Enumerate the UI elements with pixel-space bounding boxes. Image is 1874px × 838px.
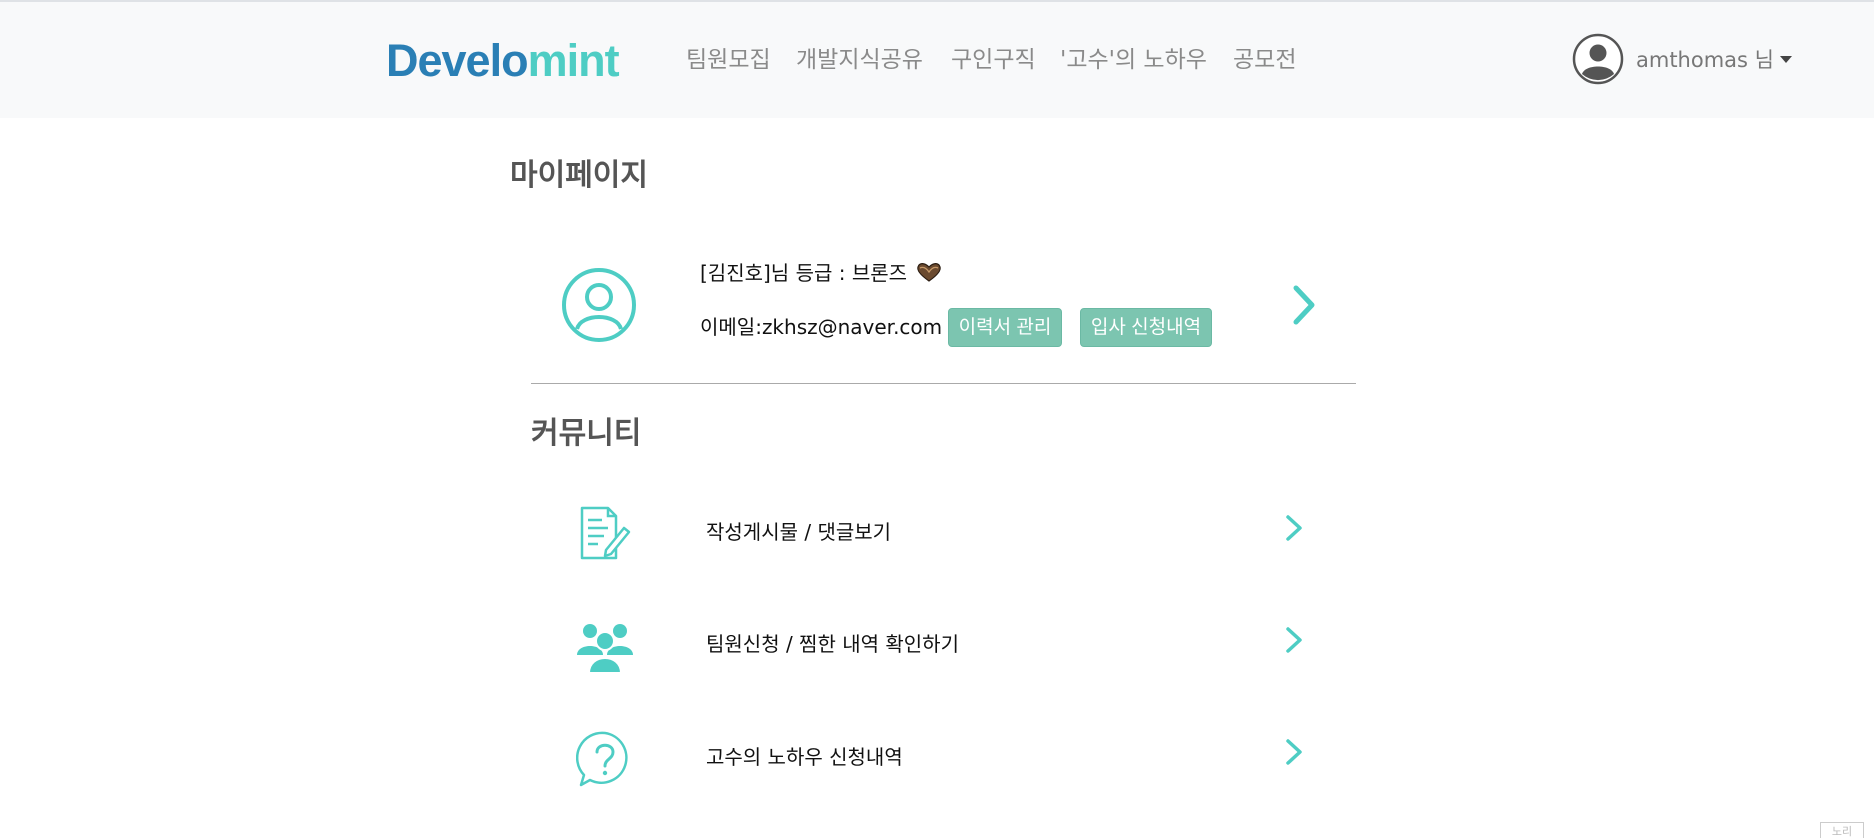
- community-title: 커뮤니티: [531, 416, 642, 451]
- nav-job-search[interactable]: 구인구직: [951, 44, 1036, 76]
- user-menu[interactable]: amthomas 님: [1572, 33, 1792, 85]
- chevron-right-icon[interactable]: [1284, 513, 1304, 543]
- user-name: amthomas 님: [1636, 48, 1774, 72]
- email-text: 이메일:zkhsz@naver.com: [700, 315, 943, 339]
- grade-text: [김진호]님 등급 : 브론즈: [700, 261, 908, 285]
- grade-line: [김진호]님 등급 : 브론즈: [700, 257, 943, 286]
- chevron-right-icon[interactable]: [1284, 625, 1304, 655]
- user-avatar-icon: [1572, 33, 1624, 85]
- navbar: Develomint 팀원모집 개발지식공유 구인구직 '고수'의 노하우 공모…: [0, 2, 1874, 118]
- chevron-right-icon[interactable]: [1284, 737, 1304, 767]
- section-divider: [531, 383, 1356, 384]
- profile-avatar-icon: [562, 268, 636, 342]
- community-item-label: 팀원신청 / 찜한 내역 확인하기: [706, 632, 959, 656]
- nav-expert-knowhow[interactable]: '고수'의 노하우: [1060, 44, 1207, 76]
- nav-contest[interactable]: 공모전: [1233, 44, 1296, 76]
- nav-knowledge-share[interactable]: 개발지식공유: [796, 44, 923, 76]
- page-title: 마이페이지: [510, 158, 648, 193]
- question-bubble-icon: [576, 731, 628, 787]
- resume-manage-button[interactable]: 이력서 관리: [948, 308, 1062, 347]
- community-item-label: 고수의 노하우 신청내역: [706, 745, 903, 769]
- corner-widget[interactable]: 노리: [1820, 822, 1864, 838]
- chevron-right-icon[interactable]: [1290, 283, 1318, 327]
- bronze-heart-icon: [917, 262, 941, 282]
- logo[interactable]: Develomint: [386, 35, 620, 86]
- logo-text-primary: Develo: [386, 35, 529, 86]
- community-item-label: 작성게시물 / 댓글보기: [706, 520, 892, 544]
- nav-team-recruit[interactable]: 팀원모집: [686, 44, 771, 76]
- group-icon: [577, 624, 633, 674]
- logo-text-accent: mint: [527, 35, 620, 86]
- chevron-down-icon: [1779, 55, 1792, 63]
- application-history-button[interactable]: 입사 신청내역: [1080, 308, 1212, 347]
- document-edit-icon: [580, 506, 631, 560]
